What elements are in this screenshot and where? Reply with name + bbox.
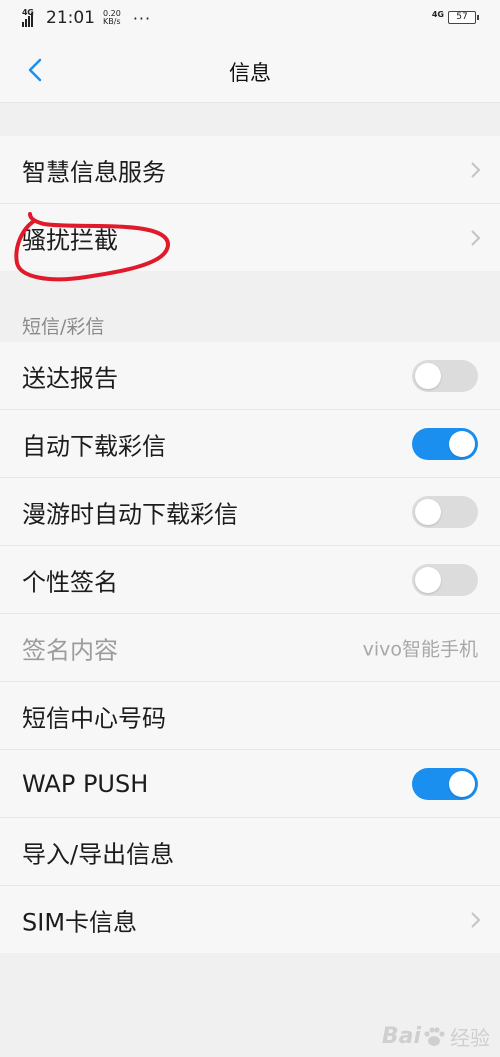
delivery-report-item[interactable]: 送达报告: [0, 342, 500, 410]
signature-content-value: vivo智能手机: [362, 638, 478, 660]
list-item-label: 送达报告: [22, 364, 118, 392]
list-item-label: 导入/导出信息: [22, 840, 175, 868]
watermark-text: Bai: [381, 1024, 421, 1049]
app-header: 信息: [0, 40, 500, 103]
list-item-label: 签名内容: [22, 636, 118, 664]
signature-content-item: 签名内容 vivo智能手机: [0, 614, 500, 682]
status-left: 4G 21:01 0.20 KB/s ···: [22, 8, 151, 28]
import-export-item[interactable]: 导入/导出信息: [0, 818, 500, 886]
smart-message-service-item[interactable]: 智慧信息服务: [0, 136, 500, 204]
list-item-label: SIM卡信息: [22, 908, 138, 936]
auto-download-mms-toggle[interactable]: [412, 427, 478, 460]
wap-push-toggle[interactable]: [412, 767, 478, 800]
more-notifications-icon: ···: [132, 8, 152, 28]
network-speed: 0.20 KB/s: [103, 10, 121, 26]
page-title: 信息: [229, 61, 271, 85]
sms-mms-settings-group: 送达报告 自动下载彩信 漫游时自动下载彩信 个性签名 签名内容 vivo智能手机…: [0, 342, 500, 953]
signal-icon: 4G: [22, 8, 44, 28]
list-item-label: 个性签名: [22, 568, 118, 596]
list-item-label: WAP PUSH: [22, 769, 149, 798]
list-item-label: 自动下载彩信: [22, 432, 166, 460]
network-speed-unit: KB/s: [103, 17, 121, 26]
personal-signature-item[interactable]: 个性签名: [0, 546, 500, 614]
services-group: 智慧信息服务 骚扰拦截: [0, 136, 500, 271]
wap-push-item[interactable]: WAP PUSH: [0, 750, 500, 818]
battery-level: 57: [456, 12, 468, 22]
chevron-right-icon: [471, 911, 481, 928]
roaming-auto-download-mms-item[interactable]: 漫游时自动下载彩信: [0, 478, 500, 546]
list-item-label: 漫游时自动下载彩信: [22, 500, 238, 528]
battery-icon: 57: [448, 11, 479, 24]
chevron-right-icon: [471, 229, 481, 246]
baidu-watermark-logo: Bai 经验: [382, 1022, 490, 1051]
clock: 21:01: [46, 8, 95, 28]
network-type-label-right: 4G: [431, 10, 444, 19]
section-title-sms-mms: 短信/彩信: [22, 316, 105, 338]
paw-icon: [424, 1026, 445, 1046]
list-item-label: 短信中心号码: [22, 704, 166, 732]
list-item-label: 骚扰拦截: [22, 226, 118, 254]
status-right: 4G 57: [431, 10, 479, 24]
auto-download-mms-item[interactable]: 自动下载彩信: [0, 410, 500, 478]
delivery-report-toggle[interactable]: [412, 359, 478, 392]
roaming-auto-download-toggle[interactable]: [412, 495, 478, 528]
chevron-right-icon: [471, 161, 481, 178]
harassment-block-item[interactable]: 骚扰拦截: [0, 204, 500, 271]
sim-card-info-item[interactable]: SIM卡信息: [0, 886, 500, 953]
watermark-suffix: 经验: [450, 1026, 490, 1050]
status-bar: 4G 21:01 0.20 KB/s ··· 4G 57: [0, 0, 500, 40]
list-item-label: 智慧信息服务: [22, 158, 166, 186]
personal-signature-toggle[interactable]: [412, 563, 478, 596]
sms-center-number-item[interactable]: 短信中心号码: [0, 682, 500, 750]
